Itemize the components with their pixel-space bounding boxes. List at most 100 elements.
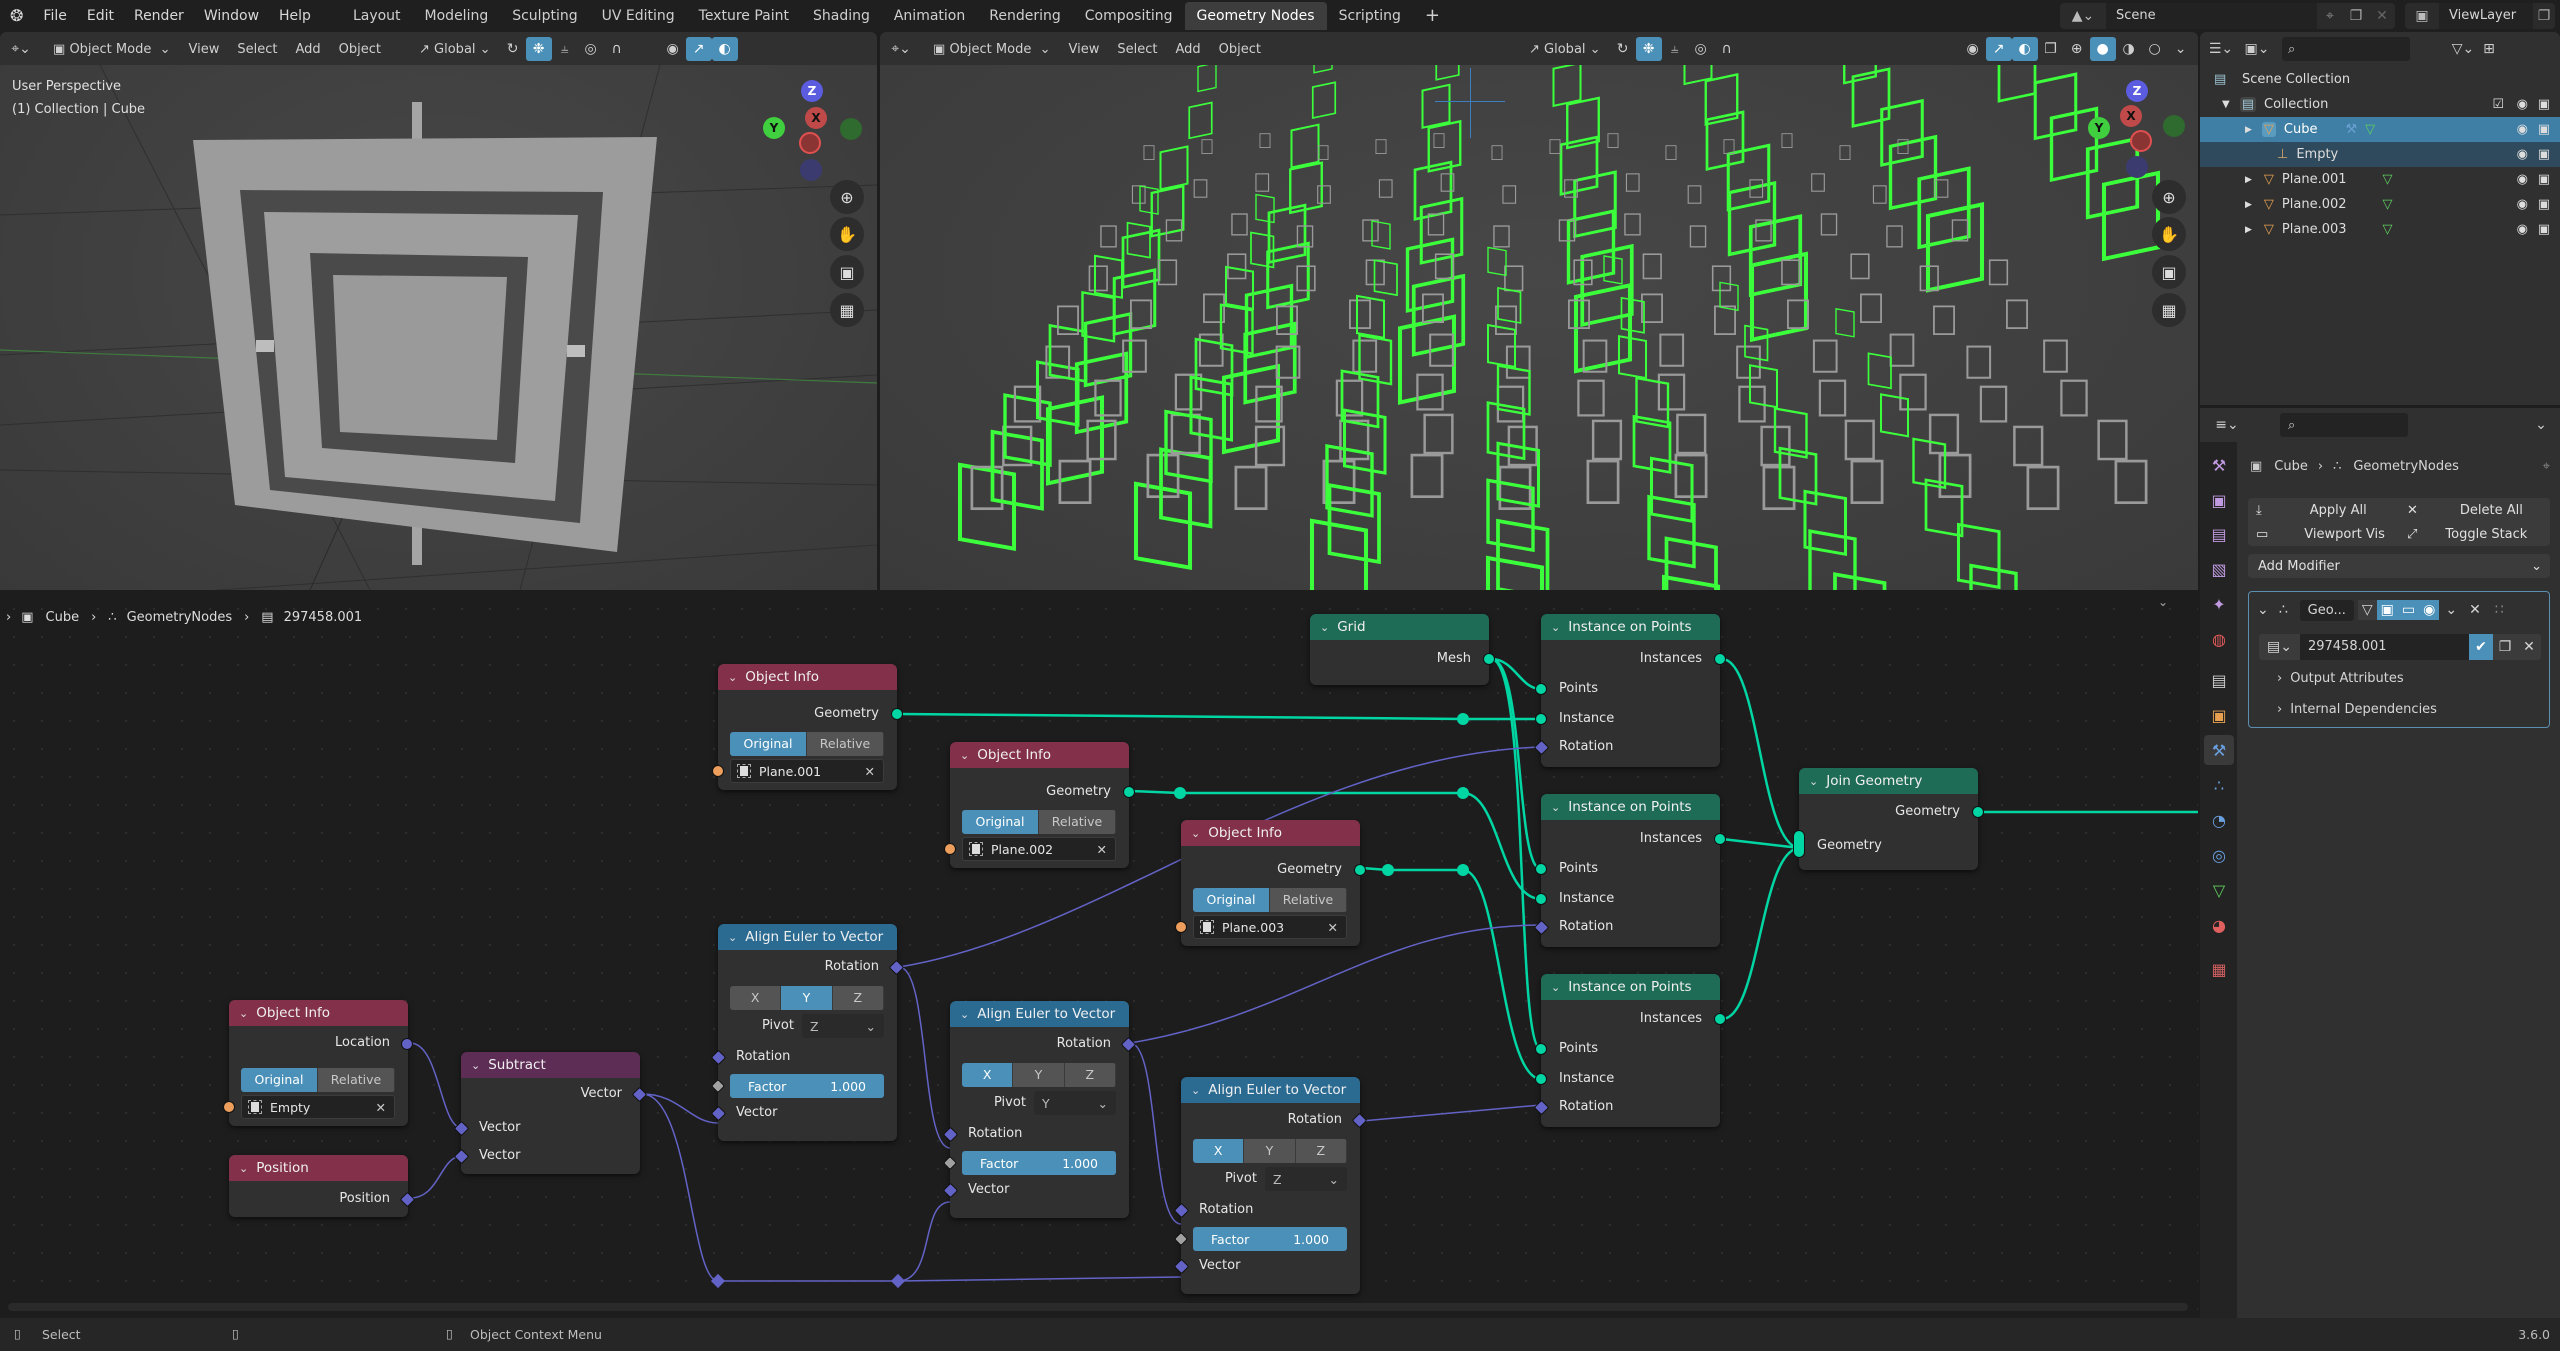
collapse-chevron-icon[interactable]: ⌄ bbox=[728, 931, 737, 944]
render-camera-icon[interactable]: ▣ bbox=[2538, 122, 2550, 137]
node-header[interactable]: ⌄ Grid bbox=[1310, 614, 1489, 640]
camera-icon[interactable]: ▣ bbox=[830, 255, 864, 289]
node-header[interactable]: ⌄ Object Info bbox=[229, 1000, 408, 1026]
outliner-row-plane-002[interactable]: ▶ ▽ Plane.002 ▽ ◉ ▣ bbox=[2200, 192, 2560, 217]
axis-z-option[interactable]: Z bbox=[1295, 1139, 1347, 1163]
shading-options-icon[interactable]: ⌄ bbox=[2168, 37, 2194, 61]
outliner-row-scene-collection[interactable]: ▤ Scene Collection bbox=[2200, 67, 2560, 92]
node-tree-icon[interactable]: ▤⌄ bbox=[2259, 639, 2300, 655]
menu-object[interactable]: Object bbox=[330, 42, 390, 57]
tool-tab-icon[interactable]: ⚒ bbox=[2204, 450, 2234, 480]
render-camera-icon[interactable]: ▣ bbox=[2538, 97, 2550, 112]
gizmo-icon[interactable]: ↗ bbox=[685, 37, 712, 61]
rendered-shading-icon[interactable]: ○ bbox=[2142, 37, 2168, 61]
node-object-info-plane002[interactable]: ⌄ Object Info Geometry Original Relative … bbox=[944, 742, 1135, 868]
gizmo-neg-y[interactable] bbox=[2163, 115, 2185, 137]
expand-arrow-icon[interactable]: ▼ bbox=[2222, 99, 2230, 110]
menu-add[interactable]: Add bbox=[286, 42, 329, 57]
editor-type-icon[interactable]: ⌖⌄ bbox=[8, 37, 34, 61]
edit-mode-icon[interactable]: ▽ bbox=[2357, 600, 2377, 620]
node-align-euler-2[interactable]: ⌄ Align Euler to Vector Rotation X Y Z Pi… bbox=[942, 1001, 1137, 1218]
scene-name[interactable]: Scene bbox=[2106, 3, 2317, 29]
node-join-geometry[interactable]: ⌄ Join Geometry Geometry Geometry bbox=[1793, 768, 1984, 870]
display-mode-icon[interactable]: ☰⌄ bbox=[2208, 37, 2234, 61]
eye-icon[interactable]: ◉ bbox=[2517, 222, 2528, 237]
apply-all-button[interactable]: ⤓ Apply All bbox=[2248, 503, 2399, 518]
expand-arrow-icon[interactable]: ▶ bbox=[2245, 175, 2252, 185]
instances-output-socket[interactable] bbox=[1714, 653, 1726, 665]
axis-y-option[interactable]: Y bbox=[1013, 1063, 1065, 1087]
node-subtract[interactable]: ⌄ Subtract Vector Vector Vector bbox=[453, 1052, 648, 1174]
gizmo-z-axis[interactable]: Z bbox=[801, 80, 823, 102]
outliner-row-cube[interactable]: ▶ ▽ Cube ⚒ ▽ ◉ ▣ bbox=[2200, 117, 2560, 142]
object-input-socket[interactable] bbox=[712, 765, 724, 777]
tab-layout[interactable]: Layout bbox=[341, 2, 413, 30]
tab-sculpting[interactable]: Sculpting bbox=[500, 2, 589, 30]
tab-shading[interactable]: Shading bbox=[801, 2, 882, 30]
pan-hand-icon[interactable]: ✋ bbox=[2152, 217, 2186, 251]
node-instance-on-points-1[interactable]: ⌄ Instance on Points Instances Points Ins… bbox=[1533, 614, 1726, 767]
axis-z-option[interactable]: Z bbox=[832, 986, 884, 1010]
node-header[interactable]: ⌄ Align Euler to Vector bbox=[1181, 1077, 1360, 1103]
outliner-row-plane-003[interactable]: ▶ ▽ Plane.003 ▽ ◉ ▣ bbox=[2200, 217, 2560, 242]
mesh-output-socket[interactable] bbox=[1483, 653, 1495, 665]
collapse-chevron-icon[interactable]: ⌄ bbox=[728, 671, 737, 684]
geometry-output-socket[interactable] bbox=[891, 708, 903, 720]
collapse-chevron-icon[interactable]: ⌄ bbox=[960, 1008, 969, 1021]
factor-field[interactable]: Factor 1.000 bbox=[1193, 1227, 1347, 1251]
node-group-name-field[interactable]: 297458.001 bbox=[2299, 634, 2469, 660]
geometry-output-socket[interactable] bbox=[1972, 806, 1984, 818]
editor-type-icon[interactable]: ⌖⌄ bbox=[888, 37, 914, 61]
factor-field[interactable]: Factor 1.000 bbox=[730, 1074, 884, 1098]
node-header[interactable]: ⌄ Instance on Points bbox=[1541, 614, 1720, 640]
clear-icon[interactable]: ✕ bbox=[1328, 920, 1338, 935]
filter-view-layer-icon[interactable]: ▣⌄ bbox=[2244, 37, 2270, 61]
collapse-chevron-icon[interactable]: ⌄ bbox=[2257, 602, 2269, 618]
render-tab-icon[interactable]: ▣ bbox=[2204, 485, 2234, 515]
unlink-icon[interactable]: ✕ bbox=[2517, 639, 2541, 655]
outliner-row-empty[interactable]: ⊥ Empty ◉ ▣ bbox=[2200, 142, 2560, 167]
material-shading-icon[interactable]: ◑ bbox=[2116, 37, 2142, 61]
relative-option[interactable]: Relative bbox=[318, 1068, 395, 1092]
gizmo-neg-z[interactable] bbox=[2126, 156, 2148, 178]
blender-logo-icon[interactable]: ❂ bbox=[0, 0, 33, 32]
collapse-chevron-icon[interactable]: ⌄ bbox=[1551, 981, 1560, 994]
clear-icon[interactable]: ✕ bbox=[865, 764, 875, 779]
mesh-data-tab-icon[interactable]: ▽ bbox=[2204, 875, 2234, 905]
node-header[interactable]: ⌄ Join Geometry bbox=[1799, 768, 1978, 794]
menu-help[interactable]: Help bbox=[269, 0, 321, 32]
outliner-row-plane-001[interactable]: ▶ ▽ Plane.001 ▽ ◉ ▣ bbox=[2200, 167, 2560, 192]
mesh-data-icon[interactable]: ▽ bbox=[2365, 122, 2375, 137]
factor-field[interactable]: Factor 1.000 bbox=[962, 1151, 1116, 1175]
node-object-info-plane001[interactable]: ⌄ Object Info Geometry Original Relative … bbox=[712, 664, 903, 790]
node-header[interactable]: ⌄ Instance on Points bbox=[1541, 974, 1720, 1000]
tab-geometry-nodes[interactable]: Geometry Nodes bbox=[1184, 2, 1327, 30]
transform-orientation[interactable]: ↗ Global ⌄ bbox=[1520, 42, 1610, 57]
clear-icon[interactable]: ✕ bbox=[1097, 842, 1107, 857]
camera-icon[interactable]: ▣ bbox=[2152, 255, 2186, 289]
particles-tab-icon[interactable]: ∴ bbox=[2204, 770, 2234, 800]
output-attributes-subpanel[interactable]: › Output Attributes bbox=[2277, 671, 2404, 686]
relative-option[interactable]: Relative bbox=[1039, 810, 1116, 834]
overlay-icon[interactable]: ◐ bbox=[2011, 37, 2038, 61]
tab-animation[interactable]: Animation bbox=[882, 2, 977, 30]
on-cage-icon[interactable]: ▣ bbox=[2376, 600, 2398, 620]
toggle-stack-button[interactable]: ⤢ Toggle Stack bbox=[2399, 527, 2550, 542]
pivot-icon[interactable]: ↻ bbox=[500, 37, 526, 61]
pin-icon[interactable]: ⌖ bbox=[2317, 8, 2343, 24]
proportional-edit-icon[interactable]: ◎ bbox=[578, 37, 604, 61]
instances-output-socket[interactable] bbox=[1714, 1013, 1726, 1025]
axis-y-option[interactable]: Y bbox=[1244, 1139, 1296, 1163]
object-field[interactable]: Plane.001 ✕ bbox=[730, 759, 884, 783]
modifier-name-field[interactable]: Geo... bbox=[2299, 599, 2354, 621]
pan-hand-icon[interactable]: ✋ bbox=[830, 217, 864, 251]
extras-chevron-icon[interactable]: ⌄ bbox=[2445, 602, 2457, 618]
node-header[interactable]: ⌄ Subtract bbox=[461, 1052, 640, 1078]
view-layer-name[interactable]: ViewLayer bbox=[2439, 3, 2533, 29]
realtime-icon[interactable]: ▭ bbox=[2397, 600, 2420, 620]
object-input-socket[interactable] bbox=[1175, 921, 1187, 933]
original-option[interactable]: Original bbox=[1193, 888, 1270, 912]
geometry-output-socket[interactable] bbox=[1354, 864, 1366, 876]
duplicate-icon[interactable]: ❐ bbox=[2493, 639, 2517, 655]
gizmo-y-axis[interactable]: Y bbox=[2088, 117, 2110, 139]
